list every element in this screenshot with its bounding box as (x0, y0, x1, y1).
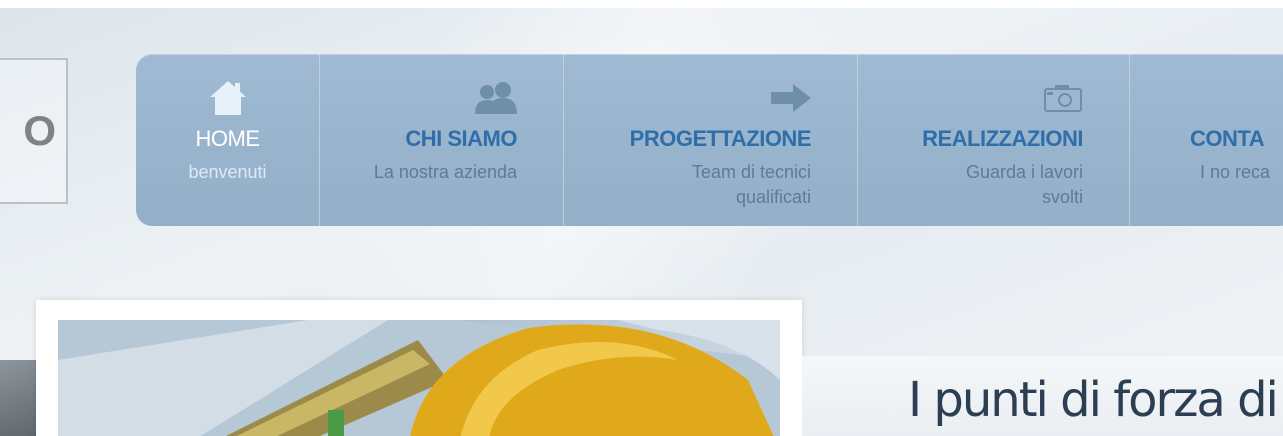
nav-item-title: CONTA (1190, 126, 1265, 151)
nav-item-progettazione[interactable]: PROGETTAZIONE Team di tecnici qualificat… (564, 54, 858, 226)
nav-item-realizzazioni[interactable]: REALIZZAZIONI Guarda i lavori svolti (858, 54, 1130, 226)
nav-item-subtitle: La nostra azienda (373, 162, 517, 182)
nav-item-subtitle: Team di tecnici qualificati (691, 162, 811, 207)
logo[interactable]: O (0, 58, 68, 204)
nav-item-contatti[interactable]: CONTA I no reca (1130, 54, 1283, 226)
nav-item-subtitle: I no reca (1199, 162, 1270, 182)
home-icon (208, 78, 248, 118)
nav-item-title: CHI SIAMO (405, 126, 517, 151)
people-icon (473, 78, 517, 118)
nav-item-title: REALIZZAZIONI (922, 126, 1083, 151)
nav-item-subtitle: Guarda i lavori svolti (965, 162, 1083, 207)
main-nav: HOME benvenuti CHI SIAMO La nostra azien… (136, 54, 1283, 226)
nav-item-chi-siamo[interactable]: CHI SIAMO La nostra azienda (320, 54, 564, 226)
logo-text: O (23, 107, 56, 154)
nav-item-home[interactable]: HOME benvenuti (136, 54, 320, 226)
left-decoration (0, 360, 36, 436)
hero-tagline: I punti di forza di (908, 372, 1279, 428)
nav-item-subtitle: benvenuti (188, 162, 267, 182)
hero-photo-frame (36, 300, 802, 436)
hero-photo (58, 320, 780, 436)
camera-icon (1043, 78, 1083, 118)
nav-item-title: PROGETTAZIONE (629, 126, 812, 151)
arrow-right-icon (771, 78, 811, 118)
nav-item-title: HOME (195, 126, 261, 151)
